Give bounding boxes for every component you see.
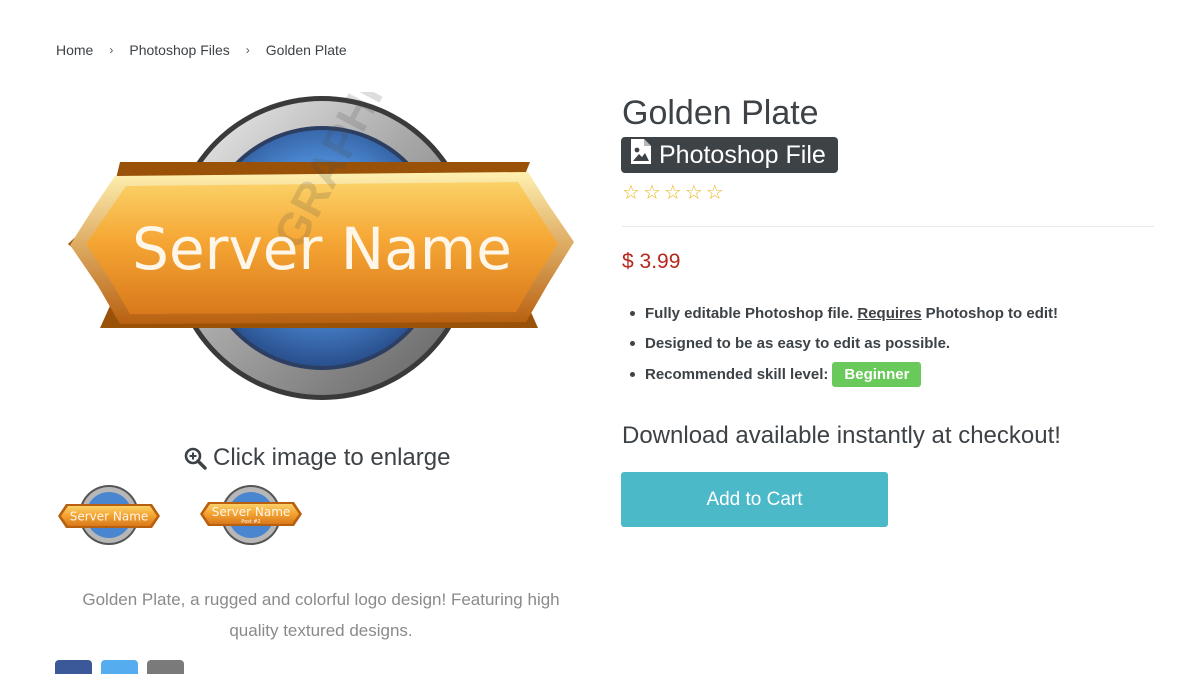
feature-item: Fully editable Photoshop file. Requires …	[630, 298, 1058, 329]
breadcrumb-photoshop-files-link[interactable]: Photoshop Files	[129, 42, 229, 58]
svg-text:Server Name: Server Name	[212, 505, 291, 519]
thumbnail-gallery: Server Name Server Name Post #2	[56, 484, 304, 548]
divider	[622, 226, 1154, 227]
product-type-label: Photoshop File	[659, 140, 826, 169]
image-file-icon	[631, 139, 651, 171]
download-notice: Download available instantly at checkout…	[622, 422, 1061, 449]
star-icon[interactable]: ☆	[706, 180, 725, 205]
thumbnail-2[interactable]: Server Name Post #2	[198, 484, 304, 548]
breadcrumb: Home › Photoshop Files › Golden Plate	[56, 42, 347, 58]
feature-list: Fully editable Photoshop file. Requires …	[630, 298, 1058, 390]
star-icon[interactable]: ☆	[664, 180, 683, 205]
star-icon[interactable]: ☆	[643, 180, 662, 205]
requires-emphasis: Requires	[857, 304, 922, 322]
breadcrumb-current: Golden Plate	[265, 42, 347, 58]
golden-plate-logo-image: GRAPHICS Server Name	[68, 18, 574, 400]
star-icon[interactable]: ☆	[622, 180, 641, 205]
breadcrumb-home-link[interactable]: Home	[56, 42, 93, 58]
twitter-icon[interactable]	[101, 660, 138, 674]
add-to-cart-button[interactable]: Add to Cart	[621, 472, 888, 527]
thumbnail-1[interactable]: Server Name	[56, 484, 162, 548]
product-price: $ 3.99	[622, 250, 681, 273]
feature-item: Recommended skill level: Beginner	[630, 359, 1058, 390]
breadcrumb-separator: ›	[109, 43, 114, 57]
skill-level-badge: Beginner	[832, 361, 922, 387]
social-share-buttons	[55, 660, 184, 674]
email-icon[interactable]	[147, 660, 184, 674]
facebook-icon[interactable]	[55, 660, 92, 674]
main-product-image[interactable]: GRAPHICS Server Name	[60, 18, 585, 412]
breadcrumb-separator: ›	[245, 43, 250, 57]
svg-text:Post #2: Post #2	[241, 519, 260, 525]
product-title: Golden Plate	[622, 94, 819, 132]
zoom-in-icon	[184, 447, 207, 470]
product-description: Golden Plate, a rugged and colorful logo…	[82, 590, 560, 640]
enlarge-hint-text: Click image to enlarge	[213, 444, 451, 471]
bullet-icon	[630, 341, 635, 347]
plate-text: Server Name	[132, 215, 512, 283]
feature-item: Designed to be as easy to edit as possib…	[630, 329, 1058, 360]
click-to-enlarge-link[interactable]: Click image to enlarge	[184, 444, 450, 472]
product-type-badge: Photoshop File	[621, 137, 838, 173]
rating-stars: ☆ ☆ ☆ ☆ ☆	[622, 180, 725, 205]
star-icon[interactable]: ☆	[685, 180, 704, 205]
svg-text:Server Name: Server Name	[70, 510, 149, 524]
bullet-icon	[630, 371, 635, 377]
bullet-icon	[630, 310, 635, 316]
